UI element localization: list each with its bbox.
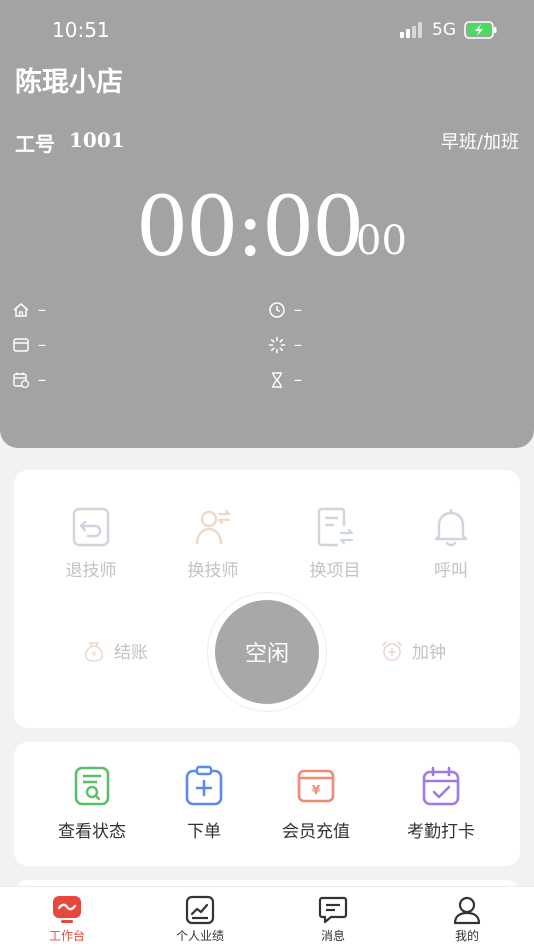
status-indicators: 5G <box>400 20 498 40</box>
money-bag-icon: ¥ <box>84 641 104 662</box>
change-tech-button[interactable]: 换技师 <box>163 506 263 581</box>
tab-messages[interactable]: 消息 <box>288 895 378 944</box>
workbench-icon <box>53 896 81 923</box>
calendar-check-icon <box>422 766 460 806</box>
call-button[interactable]: 呼叫 <box>401 506 501 581</box>
user-icon <box>453 896 481 925</box>
return-tech-button[interactable]: 退技师 <box>41 506 141 581</box>
shop-title: 陈琨小店 <box>15 67 123 98</box>
info-duration: – <box>268 370 302 389</box>
hourglass-icon <box>272 371 282 388</box>
clock-icon <box>269 301 285 318</box>
tab-mine[interactable]: 我的 <box>422 895 512 944</box>
loading-icon <box>268 336 286 353</box>
wallet-yuan-icon: ¥ <box>297 769 335 803</box>
return-icon <box>72 507 110 547</box>
checkout-button[interactable]: ¥ 结账 <box>82 638 148 663</box>
info-date: – <box>12 370 46 389</box>
bell-icon <box>434 509 468 547</box>
network-type: 5G <box>432 20 456 40</box>
calendar-clock-icon <box>13 372 30 388</box>
card-icon <box>13 337 29 352</box>
info-start-time: – <box>268 300 302 319</box>
status-idle-button[interactable]: 空闲 <box>215 600 319 704</box>
alarm-clock-icon <box>382 640 402 661</box>
view-status-button[interactable]: 查看状态 <box>32 765 152 842</box>
add-time-button[interactable]: 加钟 <box>380 638 446 663</box>
tab-performance[interactable]: 个人业绩 <box>155 895 245 944</box>
signal-icon <box>400 22 422 38</box>
chart-trend-icon <box>185 895 215 925</box>
battery-charging-icon <box>464 21 497 39</box>
svg-text:¥: ¥ <box>91 650 96 659</box>
attendance-button[interactable]: 考勤打卡 <box>381 765 501 842</box>
document-swap-icon <box>317 507 354 547</box>
change-item-button[interactable]: 换项目 <box>285 506 385 581</box>
svg-text:¥: ¥ <box>312 783 321 797</box>
status-time: 10:51 <box>52 18 110 42</box>
work-number-label: 工号 <box>15 132 55 156</box>
status-bar: 10:51 5G <box>0 18 534 44</box>
shift-label: 早班/加班 <box>440 132 519 153</box>
header-panel: 10:51 5G 陈琨小店 工号 1001 早班/加班 00:00 00 – –… <box>0 0 534 448</box>
work-number: 工号 1001 <box>15 128 125 157</box>
user-swap-icon <box>195 509 231 545</box>
order-button[interactable]: 下单 <box>144 765 264 842</box>
home-icon <box>13 302 29 317</box>
message-icon <box>318 896 348 924</box>
info-progress: – <box>268 335 302 354</box>
timer-main: 00:00 <box>136 180 364 275</box>
status-search-icon <box>74 766 110 806</box>
work-number-value: 1001 <box>69 128 125 152</box>
info-room: – <box>12 300 46 319</box>
tab-workbench[interactable]: 工作台 <box>22 895 112 944</box>
clipboard-add-icon <box>185 765 223 806</box>
timer-seconds: 00 <box>356 218 407 264</box>
info-card: – <box>12 335 46 354</box>
bottom-tab-bar: 工作台 个人业绩 消息 我的 <box>0 886 534 950</box>
member-recharge-button[interactable]: ¥ 会员充值 <box>256 765 376 842</box>
